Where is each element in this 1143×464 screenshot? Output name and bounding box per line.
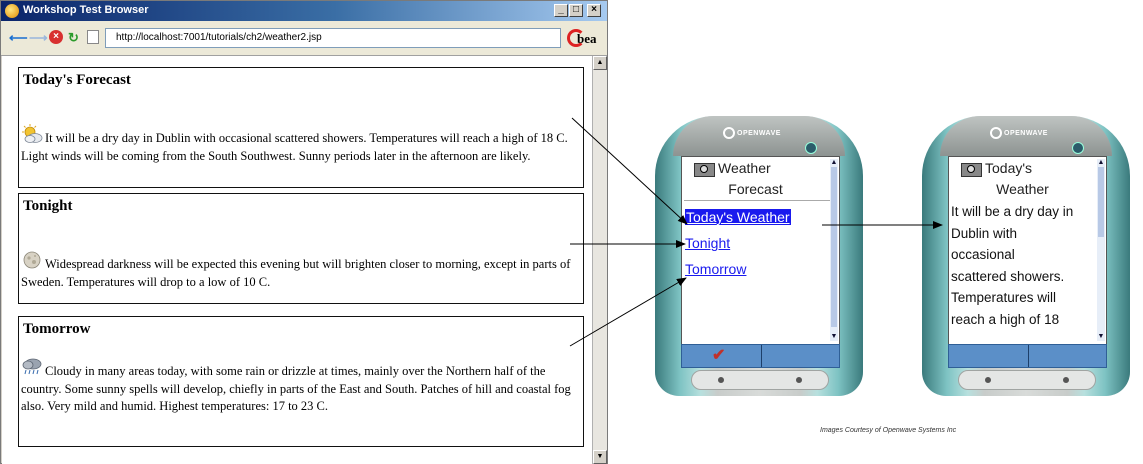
- connector-arrows: [569, 117, 943, 347]
- arrow-tomorrow: [569, 277, 687, 347]
- arrow-today: [571, 117, 688, 225]
